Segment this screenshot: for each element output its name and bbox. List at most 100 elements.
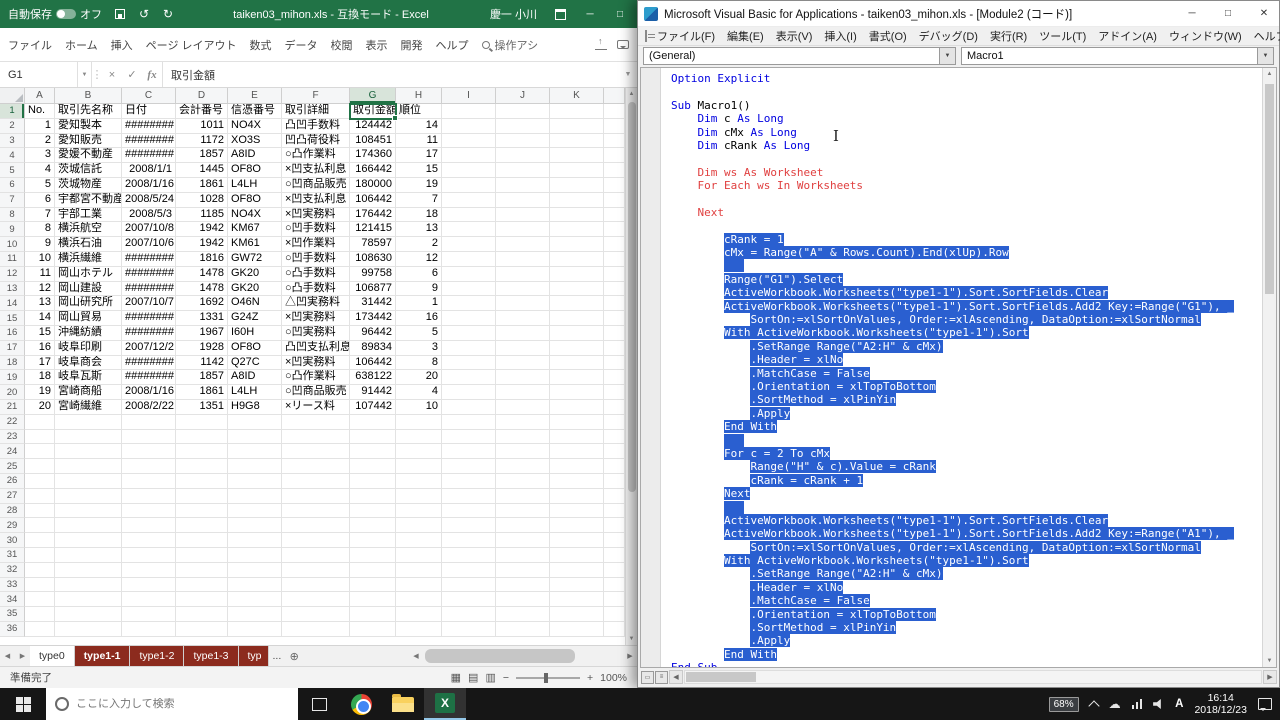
cell-A23[interactable]	[25, 430, 55, 445]
ribbon-tab-5[interactable]: データ	[285, 37, 318, 53]
cell-H10[interactable]: 2	[396, 237, 442, 252]
code-line[interactable]: .MatchCase = False	[671, 594, 1262, 607]
code-line[interactable]: For c = 2 To cMx	[671, 447, 1262, 460]
cell-D11[interactable]: 1816	[176, 252, 228, 267]
cell-A33[interactable]	[25, 578, 55, 593]
cell-partial-26[interactable]	[604, 474, 625, 489]
row-header-31[interactable]: 31	[0, 548, 25, 563]
cell-G1[interactable]: 取引金額	[350, 104, 396, 119]
ribbon-tab-1[interactable]: ホーム	[65, 37, 98, 53]
cell-K30[interactable]	[550, 533, 604, 548]
tray-expand-chevron-icon[interactable]	[1088, 700, 1099, 711]
cell-K8[interactable]	[550, 208, 604, 223]
cell-J2[interactable]	[496, 119, 550, 134]
cell-K29[interactable]	[550, 518, 604, 533]
cell-H33[interactable]	[396, 578, 442, 593]
cell-D27[interactable]	[176, 489, 228, 504]
cell-C36[interactable]	[122, 622, 176, 637]
cell-I8[interactable]	[442, 208, 496, 223]
cell-J19[interactable]	[496, 370, 550, 385]
cell-B15[interactable]: 岡山貿易	[55, 311, 122, 326]
cell-G5[interactable]: 166442	[350, 163, 396, 178]
cell-D1[interactable]: 会計番号	[176, 104, 228, 119]
battery-percent-badge[interactable]: 68%	[1049, 697, 1079, 712]
autosave-toggle[interactable]: 自動保存 オフ	[4, 6, 106, 22]
cell-D14[interactable]: 1692	[176, 296, 228, 311]
cell-D9[interactable]: 1942	[176, 222, 228, 237]
excel-minimize-button[interactable]: ─	[577, 1, 603, 27]
row-header-27[interactable]: 27	[0, 489, 25, 504]
cell-E34[interactable]	[228, 592, 282, 607]
cell-A35[interactable]	[25, 607, 55, 622]
cell-G25[interactable]	[350, 459, 396, 474]
cell-C30[interactable]	[122, 533, 176, 548]
cell-E12[interactable]: GK20	[228, 267, 282, 282]
cell-G6[interactable]: 180000	[350, 178, 396, 193]
cell-J33[interactable]	[496, 578, 550, 593]
cell-H18[interactable]: 8	[396, 356, 442, 371]
sheet-nav-right-icon[interactable]: ▶	[15, 646, 30, 666]
cell-D16[interactable]: 1967	[176, 326, 228, 341]
cell-C9[interactable]: 2007/10/8	[122, 222, 176, 237]
cell-K3[interactable]	[550, 134, 604, 149]
cell-G13[interactable]: 106877	[350, 282, 396, 297]
cell-C12[interactable]: ########	[122, 267, 176, 282]
cell-partial-2[interactable]	[604, 119, 625, 134]
cell-B7[interactable]: 宇都宮不動産	[55, 193, 122, 208]
cell-H19[interactable]: 20	[396, 370, 442, 385]
cell-I34[interactable]	[442, 592, 496, 607]
cell-E6[interactable]: L4LH	[228, 178, 282, 193]
cell-B23[interactable]	[55, 430, 122, 445]
sheet-nav-left-icon[interactable]: ◀	[0, 646, 15, 666]
cell-H7[interactable]: 7	[396, 193, 442, 208]
cell-G10[interactable]: 78597	[350, 237, 396, 252]
cell-J21[interactable]	[496, 400, 550, 415]
cell-A19[interactable]: 18	[25, 370, 55, 385]
code-line[interactable]: .Apply	[671, 407, 1262, 420]
cell-B8[interactable]: 宇部工業	[55, 208, 122, 223]
cell-I12[interactable]	[442, 267, 496, 282]
row-header-22[interactable]: 22	[0, 415, 25, 430]
view-page-break-icon[interactable]: ▥	[485, 671, 495, 684]
cell-A3[interactable]: 2	[25, 134, 55, 149]
cell-C14[interactable]: 2007/10/7	[122, 296, 176, 311]
row-header-12[interactable]: 12	[0, 267, 25, 282]
cell-A5[interactable]: 4	[25, 163, 55, 178]
col-header-G[interactable]: G	[350, 88, 396, 104]
cell-A6[interactable]: 5	[25, 178, 55, 193]
cell-G24[interactable]	[350, 444, 396, 459]
cell-G21[interactable]: 107442	[350, 400, 396, 415]
cell-D30[interactable]	[176, 533, 228, 548]
cell-A22[interactable]	[25, 415, 55, 430]
code-editor[interactable]: Option Explicit Sub Macro1() Dim c As Lo…	[640, 67, 1277, 668]
cell-I23[interactable]	[442, 430, 496, 445]
ribbon-tab-7[interactable]: 表示	[366, 37, 388, 53]
cell-F11[interactable]: ○凹手数料	[282, 252, 350, 267]
cell-A21[interactable]: 20	[25, 400, 55, 415]
comment-icon[interactable]	[617, 40, 629, 49]
cell-J30[interactable]	[496, 533, 550, 548]
cell-K35[interactable]	[550, 607, 604, 622]
cell-C3[interactable]: ########	[122, 134, 176, 149]
vba-menu-7[interactable]: ツール(T)	[1033, 28, 1092, 44]
cell-D33[interactable]	[176, 578, 228, 593]
object-dropdown[interactable]: (General) ▼	[643, 47, 956, 65]
cell-G35[interactable]	[350, 607, 396, 622]
cell-C2[interactable]: ########	[122, 119, 176, 134]
cell-G29[interactable]	[350, 518, 396, 533]
cell-H21[interactable]: 10	[396, 400, 442, 415]
cell-C35[interactable]	[122, 607, 176, 622]
row-header-13[interactable]: 13	[0, 282, 25, 297]
cell-B25[interactable]	[55, 459, 122, 474]
full-module-view-button[interactable]: ≡	[655, 671, 668, 684]
cell-K9[interactable]	[550, 222, 604, 237]
cell-E3[interactable]: XO3S	[228, 134, 282, 149]
vba-menu-9[interactable]: ウィンドウ(W)	[1163, 28, 1248, 44]
cell-I20[interactable]	[442, 385, 496, 400]
cell-B16[interactable]: 沖縄紡績	[55, 326, 122, 341]
row-header-30[interactable]: 30	[0, 533, 25, 548]
col-header-C[interactable]: C	[122, 88, 176, 104]
cell-A11[interactable]: 10	[25, 252, 55, 267]
cell-A4[interactable]: 3	[25, 148, 55, 163]
cell-D32[interactable]	[176, 563, 228, 578]
